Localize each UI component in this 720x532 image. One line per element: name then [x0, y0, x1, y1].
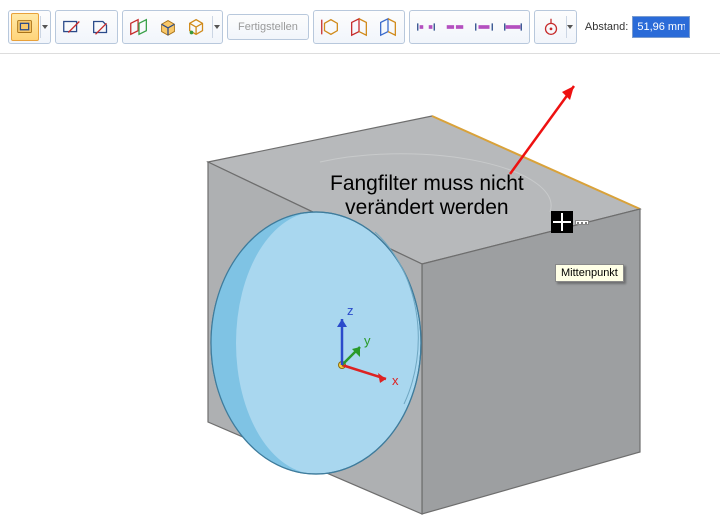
extent-a-button[interactable] — [412, 13, 440, 41]
coincident-plane-button[interactable] — [11, 13, 39, 41]
axis-x-label: x — [392, 373, 399, 388]
group-active — [8, 10, 51, 44]
multiface-button[interactable] — [183, 13, 211, 41]
model-svg: x y z — [0, 54, 720, 532]
axis-z-label: z — [347, 303, 354, 318]
3d-viewport[interactable]: x y z Fangfilter muss nicht verändert we… — [0, 54, 720, 532]
box-button[interactable] — [154, 13, 182, 41]
plane-face-button[interactable] — [345, 13, 373, 41]
snap-flyout[interactable] — [566, 16, 574, 38]
parallel-plane-button[interactable] — [125, 13, 153, 41]
distance-input[interactable] — [632, 16, 690, 38]
toolbar: Fertigstellen Abstand: — [0, 0, 720, 54]
group-faces — [313, 10, 405, 44]
extent-d-button[interactable] — [499, 13, 527, 41]
distance-label: Abstand: — [585, 21, 628, 33]
annotation-text: Fangfilter muss nicht verändert werden — [330, 172, 524, 220]
extent-b-button[interactable] — [441, 13, 469, 41]
coincident-plane-flyout[interactable] — [40, 16, 48, 38]
snap-tooltip: Mittenpunkt — [555, 264, 624, 282]
group-sketch — [55, 10, 118, 44]
group-create — [122, 10, 223, 44]
axis-face-button[interactable] — [316, 13, 344, 41]
plane-back-button[interactable] — [374, 13, 402, 41]
extent-c-button[interactable] — [470, 13, 498, 41]
snap-center-button[interactable] — [537, 13, 565, 41]
edit-plane-button[interactable] — [87, 13, 115, 41]
create-flyout[interactable] — [212, 16, 220, 38]
finish-button[interactable]: Fertigstellen — [227, 14, 309, 40]
snap-cursor-icon — [551, 211, 593, 233]
sketch-button[interactable] — [58, 13, 86, 41]
group-snap — [534, 10, 577, 44]
axis-y-label: y — [364, 333, 371, 348]
group-extent — [409, 10, 530, 44]
